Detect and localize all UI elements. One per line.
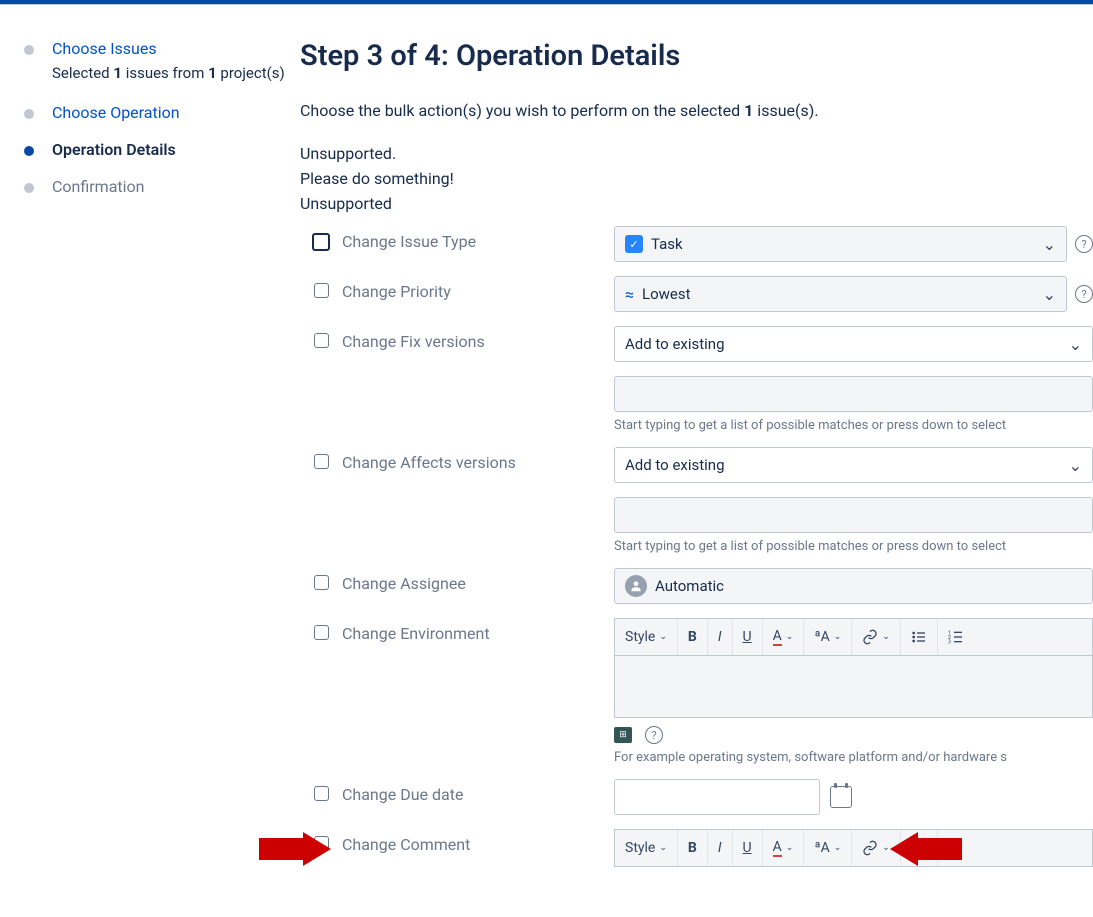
input-fix-versions[interactable] (614, 376, 1093, 412)
checkbox-affects-versions[interactable] (314, 454, 329, 469)
editor-environment[interactable] (614, 656, 1093, 718)
input-due-date[interactable] (614, 779, 820, 815)
field-label: Change Due date (342, 779, 614, 804)
hint-text: Start typing to get a list of possible m… (614, 418, 1093, 433)
toolbar-formula-button[interactable]: ªA⌄ (804, 830, 852, 866)
step-subtitle: Selected 1 issues from 1 project(s) (52, 62, 300, 85)
step-title[interactable]: Choose Issues (52, 39, 300, 58)
field-label: Change Affects versions (342, 447, 614, 472)
help-icon[interactable]: ? (1075, 285, 1093, 303)
field-label: Change Issue Type (342, 226, 614, 251)
field-change-priority: Change Priority ≈ Lowest ⌄ ? (300, 276, 1093, 312)
field-label: Change Priority (342, 276, 614, 301)
step-choose-issues[interactable]: Choose Issues Selected 1 issues from 1 p… (24, 39, 300, 85)
priority-lowest-icon: ≈ (625, 285, 634, 304)
field-change-affects-versions: Change Affects versions Add to existing … (300, 447, 1093, 554)
chevron-down-icon: ⌄ (1069, 335, 1082, 354)
step-dot-icon (24, 45, 34, 55)
svg-text:3: 3 (948, 851, 951, 856)
field-change-fix-versions: Change Fix versions Add to existing ⌄ St… (300, 326, 1093, 433)
status-messages: Unsupported. Please do something! Unsupp… (300, 142, 1093, 216)
input-affects-versions[interactable] (614, 497, 1093, 533)
checkbox-due-date[interactable] (314, 786, 329, 801)
select-issue-type[interactable]: ✓ Task ⌄ (614, 226, 1067, 262)
toolbar-formula-button[interactable]: ªA⌄ (804, 619, 852, 655)
hint-text: Start typing to get a list of possible m… (614, 539, 1093, 554)
step-confirmation: Confirmation (24, 177, 300, 196)
toolbar-italic-button[interactable]: I (708, 619, 733, 655)
checkbox-assignee[interactable] (314, 575, 329, 590)
checkbox-priority[interactable] (314, 283, 329, 298)
toolbar-bold-button[interactable]: B (678, 619, 708, 655)
person-icon (625, 575, 647, 597)
svg-text:3: 3 (948, 640, 951, 645)
step-title[interactable]: Choose Operation (52, 103, 300, 122)
task-icon: ✓ (625, 235, 643, 253)
toolbar-bold-button[interactable]: B (678, 830, 708, 866)
chevron-down-icon: ⌄ (1043, 285, 1056, 304)
toolbar-ol-button[interactable]: 123 (938, 830, 974, 866)
field-change-issue-type: Change Issue Type ✓ Task ⌄ ? (300, 226, 1093, 262)
wizard-steps-sidebar: Choose Issues Selected 1 issues from 1 p… (24, 39, 300, 867)
help-icon[interactable]: ? (645, 726, 663, 744)
toolbar-link-button[interactable]: ⌄ (852, 619, 901, 655)
step-title: Confirmation (52, 177, 300, 196)
field-change-due-date: Change Due date (300, 779, 1093, 815)
select-priority[interactable]: ≈ Lowest ⌄ (614, 276, 1067, 312)
toolbar-underline-button[interactable]: U (733, 830, 763, 866)
visual-tab-icon[interactable]: ⊞ (614, 727, 632, 743)
field-change-environment: Change Environment Style⌄ B I U A⌄ ªA⌄ ⌄… (300, 618, 1093, 765)
toolbar-link-button[interactable]: ⌄ (852, 830, 901, 866)
toolbar-ul-button[interactable] (901, 619, 938, 655)
calendar-icon[interactable] (830, 786, 852, 808)
toolbar-style-button[interactable]: Style⌄ (615, 830, 678, 866)
step-dot-icon (24, 146, 34, 156)
hint-text: For example operating system, software p… (614, 750, 1093, 765)
toolbar-textcolor-button[interactable]: A⌄ (763, 619, 805, 655)
checkbox-comment[interactable] (314, 836, 329, 851)
step-title: Operation Details (52, 140, 300, 159)
step-choose-operation[interactable]: Choose Operation (24, 103, 300, 122)
editor-toolbar: Style⌄ B I U A⌄ ªA⌄ ⌄ 123 (614, 829, 1093, 867)
toolbar-italic-button[interactable]: I (708, 830, 733, 866)
select-fix-versions-mode[interactable]: Add to existing ⌄ (614, 326, 1093, 362)
toolbar-ol-button[interactable]: 123 (938, 619, 974, 655)
checkbox-fix-versions[interactable] (314, 333, 329, 348)
field-label: Change Environment (342, 618, 614, 643)
field-change-comment: Change Comment Style⌄ B I U A⌄ ªA⌄ ⌄ 123 (300, 829, 1093, 867)
field-label: Change Comment (342, 829, 614, 854)
step-dot-icon (24, 109, 34, 119)
field-label: Change Fix versions (342, 326, 614, 351)
page-description: Choose the bulk action(s) you wish to pe… (300, 101, 1093, 120)
select-assignee[interactable]: Automatic (614, 568, 1093, 604)
help-icon[interactable]: ? (1075, 235, 1093, 253)
field-label: Change Assignee (342, 568, 614, 593)
checkbox-environment[interactable] (314, 625, 329, 640)
step-operation-details: Operation Details (24, 140, 300, 159)
toolbar-underline-button[interactable]: U (733, 619, 763, 655)
editor-toolbar: Style⌄ B I U A⌄ ªA⌄ ⌄ 123 (614, 618, 1093, 656)
toolbar-textcolor-button[interactable]: A⌄ (763, 830, 805, 866)
field-change-assignee: Change Assignee Automatic (300, 568, 1093, 604)
step-dot-icon (24, 183, 34, 193)
page-title: Step 3 of 4: Operation Details (300, 39, 1093, 73)
chevron-down-icon: ⌄ (1069, 456, 1082, 475)
toolbar-style-button[interactable]: Style⌄ (615, 619, 678, 655)
select-affects-versions-mode[interactable]: Add to existing ⌄ (614, 447, 1093, 483)
main-content: Step 3 of 4: Operation Details Choose th… (300, 39, 1093, 867)
toolbar-ul-button[interactable] (901, 830, 938, 866)
checkbox-issue-type[interactable] (312, 233, 330, 251)
chevron-down-icon: ⌄ (1043, 235, 1056, 254)
